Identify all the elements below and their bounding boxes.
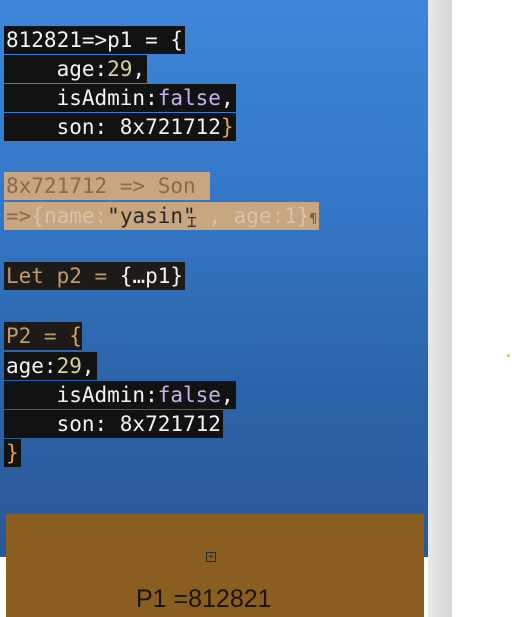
code-line-p2-age: age:29, bbox=[4, 352, 97, 380]
square-plus-icon[interactable]: + bbox=[206, 552, 216, 562]
window-edge-shadow bbox=[428, 0, 452, 617]
pointer-dot bbox=[507, 354, 510, 357]
code-line-spread: Let p2 = {…p1} bbox=[4, 262, 186, 290]
code-line-p2-isadmin: isAdmin:false, bbox=[4, 381, 236, 409]
code-line-p1-isadmin: isAdmin:false, bbox=[4, 84, 236, 112]
slide-canvas: 812821=>p1 = { age:29, isAdmin:false, so… bbox=[0, 0, 428, 557]
text-cursor-icon: ⌶ bbox=[187, 212, 197, 231]
p1-address-label: P1 =812821 bbox=[136, 585, 272, 613]
code-line-p2-close: } bbox=[4, 439, 21, 467]
code-line-son-reference: 8x721712 => Son bbox=[4, 172, 211, 200]
code-line-p1-son: son: 8x721712} bbox=[4, 113, 236, 141]
code-line-son-object: =>{name:"yasin" , age:1}¶ bbox=[4, 202, 320, 230]
code-line-p1-age: age:29, bbox=[4, 55, 148, 83]
code-line-p1-declaration: 812821=>p1 = { bbox=[4, 26, 186, 54]
code-line-p2-declaration: P2 = { bbox=[4, 322, 82, 350]
code-line-p2-son: son: 8x721712 bbox=[4, 410, 223, 438]
